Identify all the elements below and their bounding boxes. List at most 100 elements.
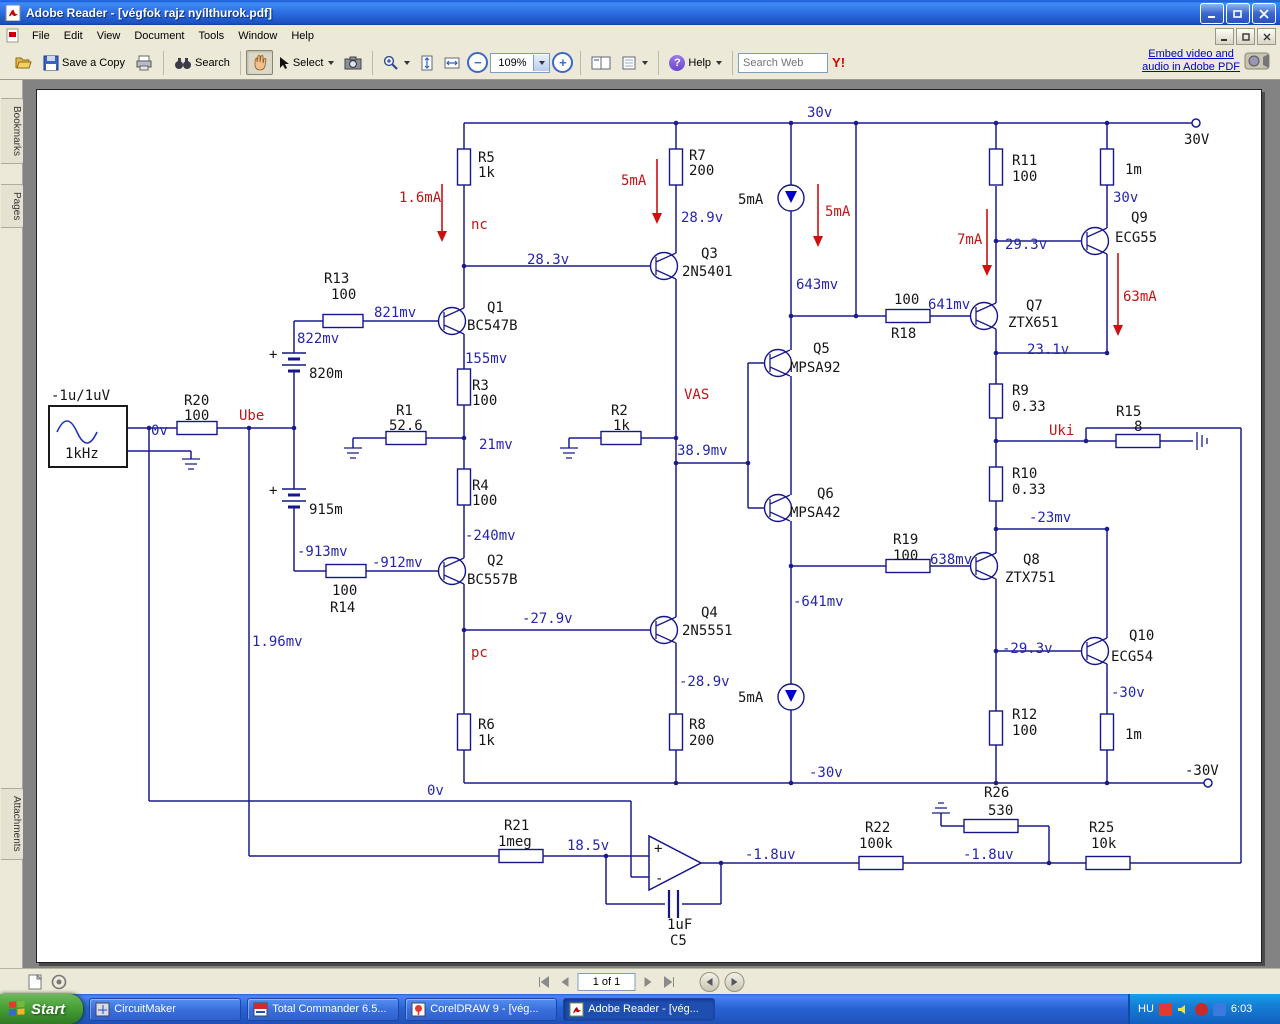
svg-text:100: 100: [331, 287, 356, 303]
svg-text:822mv: 822mv: [297, 331, 339, 347]
menu-item-file[interactable]: File: [25, 27, 57, 45]
svg-text:R6: R6: [478, 717, 495, 733]
windows-taskbar: Start CircuitMaker Total Commander 6.5..…: [0, 994, 1280, 1024]
open-button[interactable]: [10, 51, 38, 74]
svg-text:0.33: 0.33: [1012, 399, 1046, 415]
svg-text:+: +: [654, 841, 662, 857]
svg-text:8: 8: [1134, 419, 1142, 435]
save-a-copy-button[interactable]: Save a Copy: [38, 51, 130, 75]
svg-text:R18: R18: [891, 326, 916, 342]
page-layout-button[interactable]: [616, 51, 653, 75]
sidebar-tab-bookmarks[interactable]: Bookmarks: [1, 98, 25, 165]
first-page-button[interactable]: [536, 974, 552, 990]
search-web-input[interactable]: [738, 52, 829, 73]
zoom-level-combo[interactable]: 109%: [490, 52, 551, 73]
mdi-minimize-button[interactable]: [1215, 28, 1234, 45]
mdi-close-button[interactable]: [1257, 28, 1276, 45]
page-indicator[interactable]: 1 of 1: [577, 973, 636, 991]
taskbar-item-circuitmaker[interactable]: CircuitMaker: [89, 997, 242, 1021]
sidebar-tab-attachments[interactable]: Attachments: [1, 788, 25, 860]
svg-text:Q9: Q9: [1131, 210, 1148, 226]
menu-item-document[interactable]: Document: [127, 27, 191, 45]
snapshot-tool-button[interactable]: [339, 52, 367, 74]
embed-video-link[interactable]: Embed video and audio in Adobe PDF: [1142, 48, 1274, 74]
search-button[interactable]: Search: [169, 52, 235, 74]
volume-icon[interactable]: [1177, 1003, 1190, 1016]
svg-text:MPSA92: MPSA92: [790, 360, 841, 376]
printer-icon: [136, 55, 152, 70]
binoculars-icon: [174, 57, 191, 69]
start-button[interactable]: Start: [0, 994, 84, 1024]
embed-link-line2: audio in Adobe PDF: [1142, 61, 1240, 73]
zoom-combo-arrow[interactable]: [533, 54, 550, 71]
minimize-button[interactable]: [1200, 3, 1224, 24]
previous-view-button[interactable]: [699, 972, 720, 992]
fit-width-button[interactable]: [439, 51, 465, 75]
zoom-out-button[interactable]: −: [467, 52, 489, 73]
media-emblem-icon: [1244, 52, 1270, 70]
taskbar-item-adobe-reader[interactable]: Adobe Reader - [vég...: [563, 997, 716, 1021]
page-display-button[interactable]: [586, 51, 616, 75]
keyboard-layout-indicator[interactable]: HU: [1138, 1003, 1154, 1015]
hand-tool-button[interactable]: [245, 50, 273, 75]
svg-text:5mA: 5mA: [738, 192, 764, 208]
windows-logo-icon: [9, 1000, 25, 1016]
tray-icon-blue[interactable]: [1212, 1002, 1226, 1016]
last-page-button[interactable]: [662, 974, 678, 990]
menu-item-edit[interactable]: Edit: [57, 27, 90, 45]
svg-text:100k: 100k: [859, 836, 893, 852]
svg-text:Q7: Q7: [1026, 298, 1043, 314]
previous-page-button[interactable]: [557, 974, 573, 990]
menu-item-view[interactable]: View: [90, 27, 128, 45]
mdi-restore-button[interactable]: [1236, 28, 1255, 45]
menu-item-tools[interactable]: Tools: [192, 27, 232, 45]
svg-text:-28.9v: -28.9v: [679, 674, 730, 690]
fit-width-icon: [444, 57, 460, 68]
sidebar-tab-pages[interactable]: Pages: [1, 184, 25, 229]
svg-text:R25: R25: [1089, 820, 1114, 836]
svg-text:R20: R20: [184, 393, 209, 409]
svg-text:200: 200: [689, 163, 714, 179]
print-button[interactable]: [130, 51, 158, 75]
menu-item-window[interactable]: Window: [231, 27, 284, 45]
taskbar-item-coreldraw[interactable]: CorelDRAW 9 - [vég...: [405, 997, 558, 1021]
svg-text:28.9v: 28.9v: [681, 210, 723, 226]
svg-text:23.1v: 23.1v: [1027, 342, 1069, 358]
yahoo-icon[interactable]: Y!: [832, 55, 845, 70]
menu-item-help[interactable]: Help: [284, 27, 321, 45]
svg-text:100: 100: [1012, 169, 1037, 185]
svg-text:1meg: 1meg: [498, 834, 532, 850]
clock[interactable]: 6:03: [1231, 1003, 1252, 1015]
next-page-button[interactable]: [641, 974, 657, 990]
zoom-in-button[interactable]: +: [552, 52, 574, 73]
svg-text:Q4: Q4: [701, 605, 718, 621]
status-info-icon[interactable]: [50, 973, 68, 991]
svg-text:R4: R4: [472, 478, 489, 494]
page-size-icon[interactable]: [26, 973, 44, 991]
svg-text:C5: C5: [670, 933, 687, 949]
svg-text:2N5401: 2N5401: [682, 264, 733, 280]
tray-icon-round-red[interactable]: [1194, 1002, 1208, 1016]
restore-button[interactable]: [1226, 3, 1250, 24]
pdf-page[interactable]: 30v 30V R5 1k 1.6mA nc R7 200 5mA 28.9v 5mA 5mA R11 1…: [36, 89, 1262, 963]
svg-text:1m: 1m: [1125, 162, 1142, 178]
select-cursor-icon: [279, 56, 289, 69]
svg-text:-27.9v: -27.9v: [522, 611, 573, 627]
svg-text:100: 100: [894, 292, 919, 308]
svg-text:30v: 30v: [1113, 190, 1138, 206]
svg-text:30V: 30V: [1184, 132, 1210, 148]
svg-text:R21: R21: [504, 818, 529, 834]
svg-text:ECG54: ECG54: [1111, 649, 1153, 665]
select-tool-button[interactable]: Select: [273, 52, 340, 74]
svg-text:38.9mv: 38.9mv: [677, 443, 728, 459]
task-label: Total Commander 6.5...: [272, 1003, 387, 1015]
tray-icon-red[interactable]: [1158, 1002, 1172, 1016]
help-button[interactable]: ? Help: [664, 51, 727, 75]
svg-text:643mv: 643mv: [796, 277, 838, 293]
next-view-button[interactable]: [724, 972, 745, 992]
zoom-tool-button[interactable]: [378, 51, 415, 75]
close-button[interactable]: [1252, 3, 1276, 24]
fit-page-button[interactable]: [415, 51, 439, 75]
taskbar-item-total-commander[interactable]: Total Commander 6.5...: [247, 997, 400, 1021]
svg-text:R15: R15: [1116, 404, 1141, 420]
